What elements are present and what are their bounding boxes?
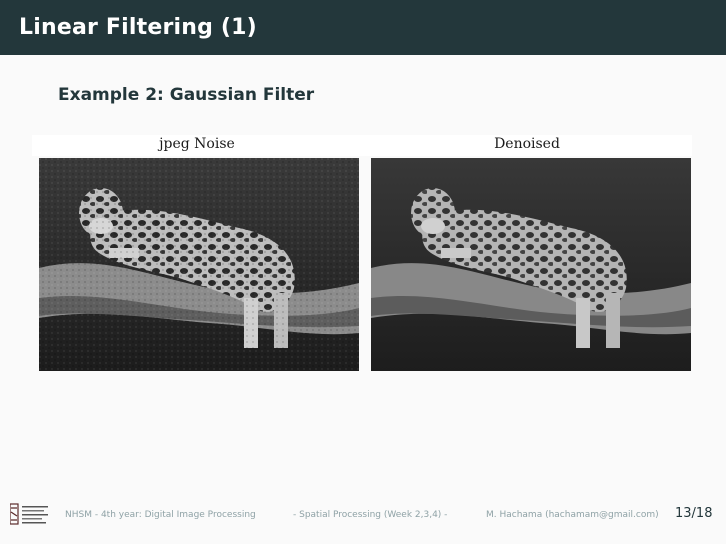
noisy-leopard-image [39,158,359,371]
denoised-leopard-image [371,158,691,371]
slide-title: Linear Filtering (1) [19,15,257,40]
title-bar: Linear Filtering (1) [0,0,726,55]
footer-section: - Spatial Processing (Week 2,3,4) - [293,510,448,520]
institution-logo [9,502,50,526]
footer: NHSM - 4th year: Digital Image Processin… [0,500,726,530]
figure: jpeg Noise Denoised [32,133,692,373]
slide: Linear Filtering (1) Example 2: Gaussian… [0,0,726,544]
example-heading: Example 2: Gaussian Filter [58,85,315,105]
footer-course: NHSM - 4th year: Digital Image Processin… [65,510,256,520]
panel-caption-noisy: jpeg Noise [159,136,235,152]
footer-author: M. Hachama (hachamam@gmail.com) [486,510,659,520]
page-number: 13/18 [675,506,713,521]
panel-caption-denoised: Denoised [494,136,560,152]
